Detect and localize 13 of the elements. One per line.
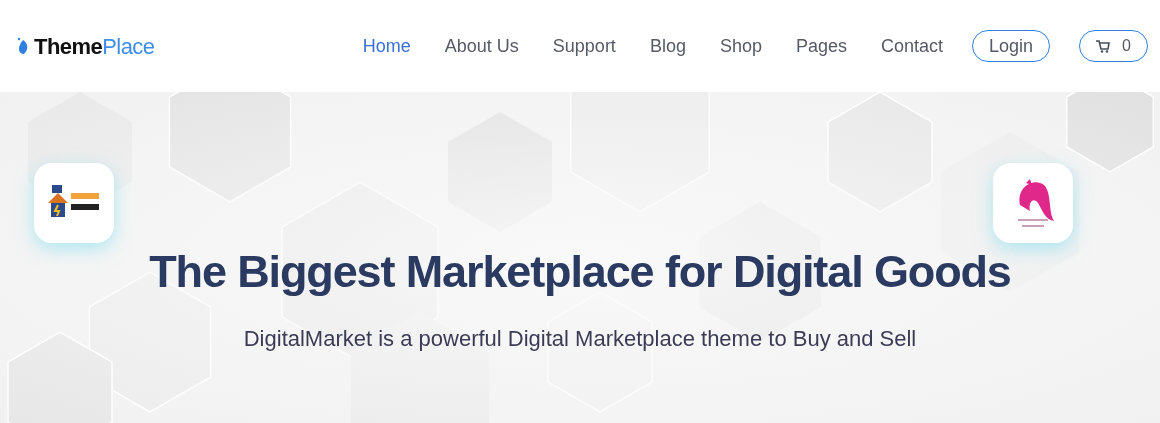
cart-icon	[1096, 39, 1111, 53]
hero-subtitle: DigitalMarket is a powerful Digital Marketplace theme to Buy and Sell	[243, 325, 917, 353]
nav-link[interactable]: Blog	[649, 32, 686, 60]
nav-link[interactable]: Pages	[795, 32, 847, 60]
nav-link[interactable]: About Us	[444, 32, 519, 60]
nav-link[interactable]: Shop	[719, 32, 762, 60]
logo-text[interactable]: ThemePlace	[34, 29, 155, 63]
cart-count: 0	[1122, 36, 1131, 56]
hero-title: The Biggest Marketplace for Digital Goods	[149, 245, 1011, 299]
nav-link[interactable]: Home	[362, 32, 411, 60]
nav-link[interactable]: Support	[552, 32, 616, 60]
nav-link[interactable]: Contact	[881, 32, 944, 60]
leaf-icon	[16, 37, 30, 55]
